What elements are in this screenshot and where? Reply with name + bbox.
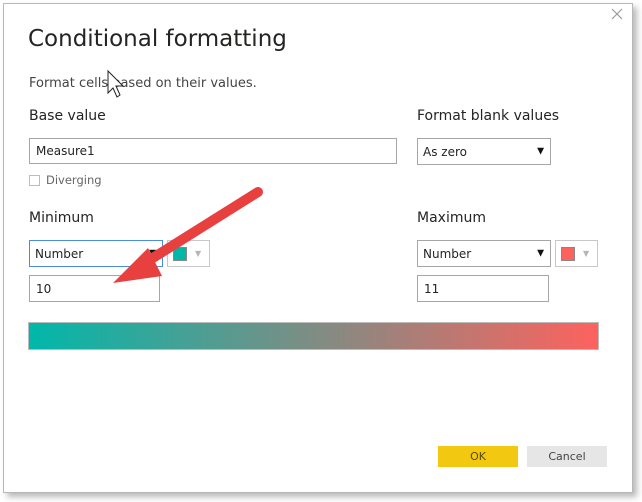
format-blank-selected: As zero — [423, 144, 467, 159]
minimum-color-picker[interactable]: ▼ — [167, 240, 210, 267]
chevron-down-icon: ▼ — [583, 249, 590, 258]
format-blank-label: Format blank values — [417, 108, 560, 124]
color-scale-preview — [28, 322, 599, 350]
chevron-down-icon: ▼ — [149, 248, 156, 258]
conditional-formatting-dialog: Conditional formatting Format cells base… — [3, 3, 633, 493]
maximum-color-swatch — [561, 246, 575, 261]
minimum-value-field[interactable]: 10 — [29, 275, 160, 302]
maximum-value-field[interactable]: 11 — [417, 275, 549, 302]
maximum-color-picker[interactable]: ▼ — [555, 240, 598, 267]
diverging-label: Diverging — [46, 173, 102, 187]
maximum-type-dropdown[interactable]: Number ▼ — [417, 240, 551, 267]
maximum-value-text: 11 — [424, 281, 440, 296]
ok-button[interactable]: OK — [438, 446, 518, 467]
base-value-label: Base value — [29, 108, 106, 124]
chevron-down-icon: ▼ — [195, 249, 202, 258]
minimum-label: Minimum — [29, 210, 94, 226]
chevron-down-icon: ▼ — [537, 146, 544, 156]
minimum-type-selected: Number — [35, 246, 84, 261]
cancel-button[interactable]: Cancel — [527, 446, 607, 467]
chevron-down-icon: ▼ — [537, 248, 544, 258]
dialog-subtitle: Format cells based on their values. — [29, 76, 257, 91]
minimum-type-dropdown[interactable]: Number ▼ — [29, 240, 163, 267]
close-icon-glyph — [611, 8, 623, 20]
base-value-field[interactable]: Measure1 — [29, 138, 397, 164]
format-blank-dropdown[interactable]: As zero ▼ — [417, 138, 551, 165]
dialog-title: Conditional formatting — [28, 26, 287, 52]
base-value-text: Measure1 — [36, 144, 95, 158]
minimum-color-swatch — [173, 246, 187, 261]
maximum-type-selected: Number — [423, 246, 472, 261]
close-icon[interactable] — [610, 8, 624, 22]
minimum-value-text: 10 — [36, 281, 52, 296]
maximum-label: Maximum — [417, 210, 486, 226]
diverging-checkbox[interactable] — [29, 175, 40, 186]
